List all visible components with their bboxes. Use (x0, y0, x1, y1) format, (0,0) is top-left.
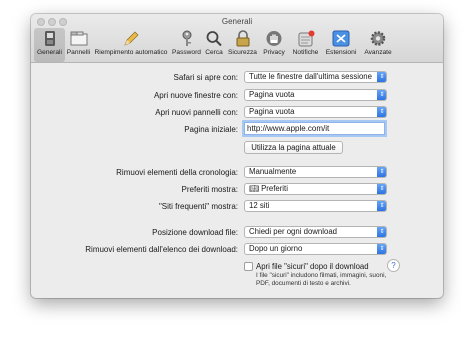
open-safe-files-checkbox[interactable] (244, 262, 253, 271)
chevron-updown-icon: ⇕ (377, 201, 386, 211)
chevron-updown-icon: ⇕ (377, 90, 386, 100)
remove-downloads-label: Rimuovi elementi dall'elenco dei downloa… (85, 245, 238, 254)
tab-pannelli[interactable]: Pannelli (66, 28, 91, 62)
preferences-window: Generali Generali Pannelli Riempimento a… (31, 14, 443, 298)
tab-notifiche[interactable]: Notifiche (289, 28, 322, 62)
chevron-updown-icon: ⇕ (377, 244, 386, 254)
puzzle-icon (332, 30, 350, 47)
new-windows-popup[interactable]: Pagina vuota ⇕ (244, 89, 387, 101)
download-location-label: Posizione download file: (152, 228, 238, 237)
general-switch-icon (41, 30, 59, 47)
tab-cerca[interactable]: Cerca (203, 28, 225, 62)
help-button[interactable]: ? (387, 259, 400, 272)
autofill-pencil-icon (122, 30, 140, 47)
tab-sicurezza[interactable]: Sicurezza (226, 28, 259, 62)
notifications-icon (297, 30, 315, 47)
homepage-label: Pagina iniziale: (184, 125, 238, 134)
favorites-label: Preferiti mostra: (181, 185, 238, 194)
open-with-popup[interactable]: Tutte le finestre dall'ultima sessione ⇕ (244, 71, 387, 83)
top-sites-label: "Siti frequenti" mostra: (158, 202, 238, 211)
new-windows-label: Apri nuove finestre con: (153, 91, 238, 100)
chevron-updown-icon: ⇕ (377, 184, 386, 194)
chevron-updown-icon: ⇕ (377, 72, 386, 82)
tab-generali[interactable]: Generali (34, 28, 65, 62)
history-popup[interactable]: Manualmente ⇕ (244, 166, 387, 178)
tab-estensioni[interactable]: Estensioni (323, 28, 359, 62)
hand-icon (265, 30, 283, 47)
history-label: Rimuovi elementi della cronologia: (116, 168, 238, 177)
gear-icon (369, 30, 387, 47)
chevron-updown-icon: ⇕ (377, 167, 386, 177)
top-sites-popup[interactable]: 12 siti ⇕ (244, 200, 387, 212)
open-with-label: Safari si apre con: (173, 73, 238, 82)
window-title: Generali (221, 17, 253, 26)
tab-password[interactable]: Password (171, 28, 202, 62)
tab-riempimento-automatico[interactable]: Riempimento automatico (92, 28, 170, 62)
tabs-icon (70, 30, 88, 47)
homepage-input[interactable]: http://www.apple.com/it (244, 122, 385, 135)
open-safe-files-label: Apri file "sicuri" dopo il download (256, 262, 369, 271)
download-location-popup[interactable]: Chiedi per ogni download ⇕ (244, 226, 387, 238)
favorites-popup[interactable]: 📖︎ Preferiti ⇕ (244, 183, 387, 195)
padlock-icon (234, 30, 252, 47)
chevron-updown-icon: ⇕ (377, 107, 386, 117)
remove-downloads-popup[interactable]: Dopo un giorno ⇕ (244, 243, 387, 255)
tab-privacy[interactable]: Privacy (260, 28, 288, 62)
use-current-page-button[interactable]: Utilizza la pagina attuale (244, 141, 343, 154)
key-icon (178, 30, 196, 47)
tab-avanzate[interactable]: Avanzate (360, 28, 396, 62)
new-tabs-label: Apri nuovi pannelli con: (155, 108, 238, 117)
book-icon: 📖︎ (249, 184, 259, 193)
chevron-updown-icon: ⇕ (377, 227, 386, 237)
safe-files-note: I file "sicuri" includono filmati, immag… (256, 272, 387, 287)
new-tabs-popup[interactable]: Pagina vuota ⇕ (244, 106, 387, 118)
title-bar: Generali Generali Pannelli Riempimento a… (31, 14, 443, 63)
magnifier-icon (205, 30, 223, 47)
